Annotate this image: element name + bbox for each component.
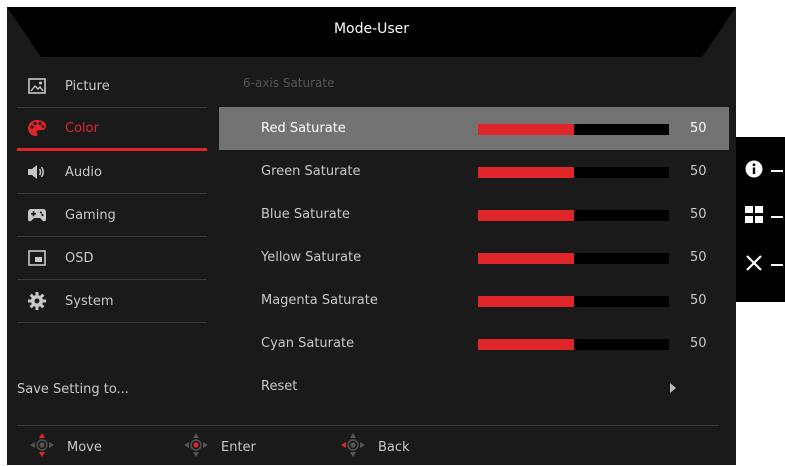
setting-value: 50 — [690, 121, 707, 136]
joystick-icon — [340, 432, 366, 462]
osd-icon — [27, 248, 47, 268]
move-label: Move — [67, 439, 102, 455]
hotkey-dash — [771, 170, 783, 172]
settings-list: Red Saturate 50 Green Saturate 50 Blue S… — [219, 107, 729, 408]
enter-label: Enter — [221, 439, 256, 455]
gear-icon — [27, 291, 47, 311]
setting-row-reset[interactable]: Reset — [219, 365, 729, 408]
header-bar: Mode-User — [7, 7, 736, 57]
hotkey-dash — [771, 216, 783, 218]
sidebar-item-label: Gaming — [65, 207, 116, 223]
sidebar-item-label: Audio — [65, 164, 102, 180]
back-label: Back — [378, 439, 410, 455]
setting-row-cyan-saturate[interactable]: Cyan Saturate 50 — [219, 322, 729, 365]
reset-label: Reset — [261, 379, 298, 394]
setting-row-magenta-saturate[interactable]: Magenta Saturate 50 — [219, 279, 729, 322]
menu-title: Mode-User — [333, 21, 410, 37]
sidebar-item-audio[interactable]: Audio — [17, 151, 207, 194]
info-icon — [745, 160, 763, 182]
setting-value: 50 — [690, 250, 707, 265]
setting-value: 50 — [690, 207, 707, 222]
palette-icon — [27, 118, 47, 138]
setting-value: 50 — [690, 336, 707, 351]
save-setting-button[interactable]: Save Setting to... — [17, 382, 129, 397]
value-slider[interactable] — [478, 124, 669, 135]
osd-menu: Mode-User Picture Color Audio Gaming OSD… — [7, 7, 736, 465]
picture-icon — [27, 76, 47, 96]
gamepad-icon — [27, 205, 47, 225]
setting-row-blue-saturate[interactable]: Blue Saturate 50 — [219, 193, 729, 236]
back-hint: Back — [340, 432, 410, 462]
chevron-right-icon — [670, 383, 676, 393]
sidebar-item-label: System — [65, 293, 114, 309]
setting-row-yellow-saturate[interactable]: Yellow Saturate 50 — [219, 236, 729, 279]
sidebar-item-osd[interactable]: OSD — [17, 237, 207, 280]
footer-divider — [17, 425, 719, 426]
sidebar: Picture Color Audio Gaming OSD System — [17, 65, 207, 323]
footer-hints: Move Enter Back — [17, 432, 717, 462]
setting-label: Magenta Saturate — [261, 293, 378, 308]
setting-label: Red Saturate — [261, 121, 346, 136]
setting-label: Cyan Saturate — [261, 336, 355, 351]
setting-value: 50 — [690, 164, 707, 179]
close-icon — [745, 254, 763, 276]
sidebar-item-color[interactable]: Color — [17, 108, 207, 151]
setting-row-green-saturate[interactable]: Green Saturate 50 — [219, 150, 729, 193]
sidebar-item-picture[interactable]: Picture — [17, 65, 207, 108]
move-hint: Move — [29, 432, 102, 462]
speaker-icon — [27, 162, 47, 182]
setting-label: Blue Saturate — [261, 207, 350, 222]
value-slider[interactable] — [478, 296, 669, 307]
value-slider[interactable] — [478, 167, 669, 178]
sidebar-item-system[interactable]: System — [17, 280, 207, 323]
setting-value: 50 — [690, 293, 707, 308]
value-slider[interactable] — [478, 253, 669, 264]
joystick-icon — [29, 432, 55, 462]
value-slider[interactable] — [478, 339, 669, 350]
setting-row-red-saturate[interactable]: Red Saturate 50 — [219, 107, 729, 150]
sidebar-item-gaming[interactable]: Gaming — [17, 194, 207, 237]
info-hotkey[interactable] — [736, 151, 785, 191]
sidebar-item-label: OSD — [65, 250, 94, 266]
sidebar-item-label: Color — [65, 120, 99, 136]
close-hotkey[interactable] — [736, 245, 785, 285]
hotkey-dash — [771, 264, 783, 266]
hotkey-panel — [736, 137, 785, 302]
joystick-icon — [183, 432, 209, 462]
mode-hotkey[interactable] — [736, 197, 785, 237]
setting-label: Yellow Saturate — [261, 250, 362, 265]
setting-label: Green Saturate — [261, 164, 361, 179]
sidebar-item-label: Picture — [65, 78, 110, 94]
grid-icon — [745, 206, 763, 228]
enter-hint: Enter — [183, 432, 256, 462]
section-label: 6-axis Saturate — [243, 76, 335, 90]
value-slider[interactable] — [478, 210, 669, 221]
